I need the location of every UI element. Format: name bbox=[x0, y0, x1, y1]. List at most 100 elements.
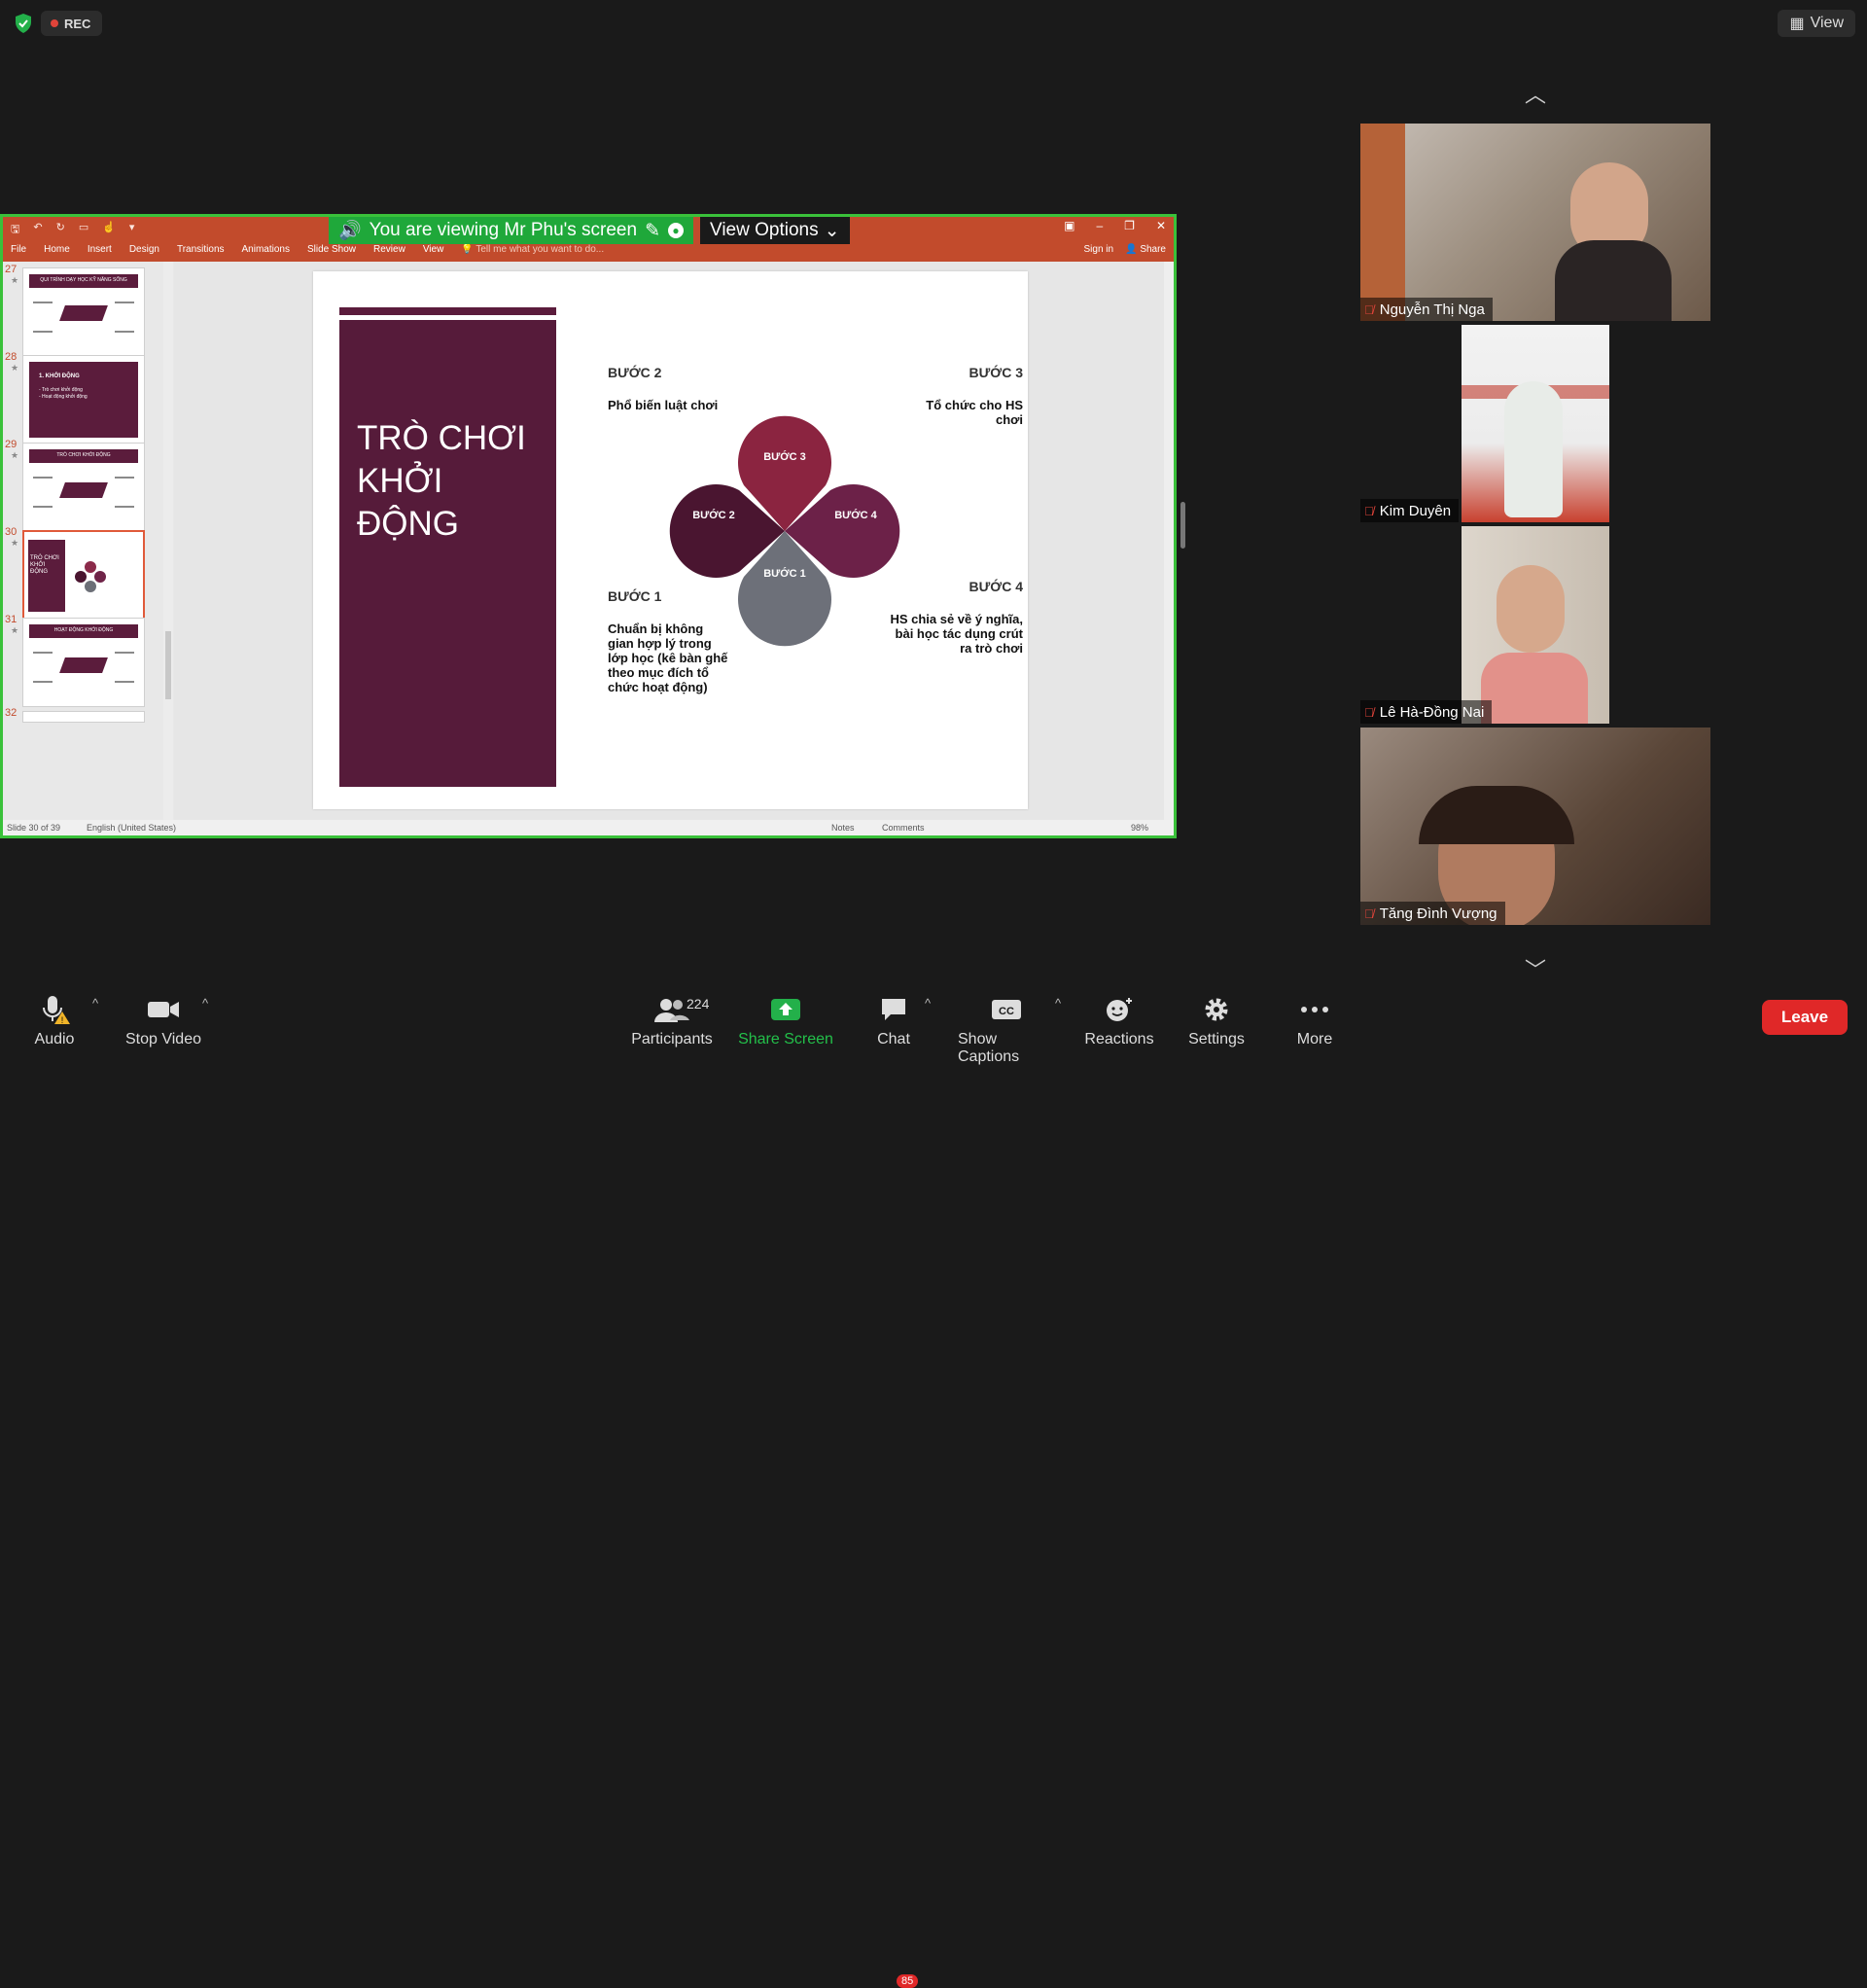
slide-thumbnail-30[interactable]: TRÒ CHƠI KHỞI ĐỘNG bbox=[22, 530, 145, 620]
sign-in-link[interactable]: Sign in bbox=[1084, 244, 1114, 255]
comments-button[interactable]: Comments bbox=[882, 823, 925, 833]
tab-design[interactable]: Design bbox=[129, 244, 159, 255]
video-tile-3[interactable]: 🎙̸ Lê Hà-Đồng Nai bbox=[1360, 526, 1710, 724]
muted-mic-icon: 🎙̸ bbox=[1364, 302, 1374, 317]
step2-heading: BƯỚC 2 bbox=[608, 365, 662, 380]
shared-screen[interactable]: 🖫 ↶ ↻ ▭ ☝ ▾ ▣ – ❐ ✕ File Home Insert Des… bbox=[0, 214, 1177, 838]
thumb-text-line bbox=[115, 506, 134, 508]
step2-description: Phổ biến luật chơi bbox=[608, 398, 719, 412]
thumb-text-line bbox=[33, 477, 53, 479]
tab-insert[interactable]: Insert bbox=[88, 244, 112, 255]
captions-options-caret[interactable]: ^ bbox=[1055, 996, 1061, 1011]
annotate-icon[interactable]: ✎ bbox=[645, 220, 660, 242]
status-dot-icon: ● bbox=[668, 223, 684, 238]
thumb-text-line bbox=[115, 302, 134, 303]
save-icon[interactable]: 🖫 bbox=[11, 221, 19, 239]
star-icon: ★ bbox=[11, 450, 19, 460]
redo-icon[interactable]: ↻ bbox=[56, 221, 65, 239]
window-controls: ▣ – ❐ ✕ bbox=[1064, 219, 1166, 232]
close-icon[interactable]: ✕ bbox=[1156, 219, 1166, 232]
slide-thumbnail-27[interactable]: QUI TRÌNH DẠY HỌC KỸ NĂNG SỐNG bbox=[22, 267, 145, 357]
minimize-icon[interactable]: – bbox=[1096, 219, 1103, 232]
view-label: View bbox=[1810, 15, 1844, 31]
video-tile-2[interactable]: 🎙̸ Kim Duyên bbox=[1360, 325, 1710, 522]
petal-step2-label: BƯỚC 2 bbox=[692, 509, 735, 521]
share-screen-button[interactable]: Share Screen bbox=[737, 992, 834, 1048]
slide-thumbnail-28[interactable]: 1. KHỞI ĐỘNG - Trò chơi khởi động - Hoạt… bbox=[22, 355, 145, 444]
show-captions-button[interactable]: CC Show Captions bbox=[958, 992, 1055, 1066]
chat-label: Chat bbox=[877, 1031, 910, 1047]
recording-indicator[interactable]: REC bbox=[41, 11, 103, 36]
panel-splitter[interactable] bbox=[1180, 502, 1185, 549]
share-button[interactable]: 👤 Share bbox=[1125, 244, 1166, 255]
participant-name-tag: 🎙̸ Lê Hà-Đồng Nai bbox=[1360, 700, 1493, 724]
slide-thumbnail-32[interactable] bbox=[22, 711, 145, 723]
record-dot-icon bbox=[51, 19, 58, 27]
restore-icon[interactable]: ❐ bbox=[1124, 219, 1135, 232]
tab-file[interactable]: File bbox=[11, 244, 26, 255]
leave-button[interactable]: Leave bbox=[1762, 1000, 1848, 1035]
tab-review[interactable]: Review bbox=[373, 244, 405, 255]
tab-view[interactable]: View bbox=[423, 244, 444, 255]
slide-scrollbar[interactable] bbox=[1164, 262, 1174, 820]
more-button[interactable]: More bbox=[1266, 992, 1363, 1048]
muted-mic-icon: 🎙̸ bbox=[1364, 704, 1374, 720]
video-feed bbox=[1497, 565, 1565, 653]
audio-options-caret[interactable]: ^ bbox=[92, 996, 98, 1011]
slide-thumbnail-pane: 27 ★ QUI TRÌNH DẠY HỌC KỸ NĂNG SỐNG 28 ★… bbox=[3, 262, 174, 820]
thumb-text-line bbox=[115, 477, 134, 479]
slide-thumbnail-31[interactable]: HOẠT ĐỘNG KHỞI ĐỘNG bbox=[22, 618, 145, 707]
touch-mode-icon[interactable]: ☝ bbox=[102, 221, 116, 239]
settings-button[interactable]: Settings bbox=[1168, 992, 1265, 1048]
star-icon: ★ bbox=[11, 625, 19, 635]
tab-transitions[interactable]: Transitions bbox=[177, 244, 225, 255]
chat-options-caret[interactable]: ^ bbox=[925, 996, 931, 1011]
scroll-thumb[interactable] bbox=[165, 631, 171, 699]
zoom-level[interactable]: 98% bbox=[1131, 823, 1148, 833]
speaker-icon: 🔊 bbox=[338, 221, 362, 241]
undo-icon[interactable]: ↶ bbox=[33, 221, 42, 239]
participant-name-tag: 🎙̸ Tăng Đình Vượng bbox=[1360, 902, 1505, 925]
thumbnail-scrollbar[interactable] bbox=[163, 262, 173, 820]
chevron-up-icon[interactable]: ︿ bbox=[1525, 78, 1546, 109]
video-feed bbox=[1555, 240, 1672, 321]
chevron-down-icon[interactable]: ﹀ bbox=[1525, 953, 1546, 984]
rec-label: REC bbox=[64, 16, 91, 31]
notes-button[interactable]: Notes bbox=[831, 823, 855, 833]
participants-icon bbox=[654, 992, 689, 1027]
video-tile-1[interactable]: 🎙̸ Nguyễn Thị Nga bbox=[1360, 124, 1710, 321]
account-area: Sign in 👤 Share bbox=[1084, 244, 1167, 255]
video-tile-4[interactable]: 🎙̸ Tăng Đình Vượng bbox=[1360, 728, 1710, 925]
view-options-button[interactable]: View Options ⌄ bbox=[700, 217, 850, 244]
thumb-diagram bbox=[59, 482, 108, 498]
thumb-line: - Trò chơi khởi động bbox=[39, 387, 83, 393]
present-icon[interactable]: ▭ bbox=[79, 221, 88, 239]
star-icon: ★ bbox=[11, 275, 19, 285]
tell-me-search[interactable]: 💡 Tell me what you want to do... bbox=[461, 244, 604, 255]
security-shield-icon[interactable] bbox=[12, 12, 35, 35]
slide-thumbnail-29[interactable]: TRÒ CHƠI KHỞI ĐỘNG bbox=[22, 443, 145, 532]
view-button[interactable]: ▦ View bbox=[1778, 10, 1855, 37]
current-slide[interactable]: TRÒ CHƠI KHỞI ĐỘNG BƯỚC 2 Phổ biến luật … bbox=[313, 271, 1028, 809]
ribbon-display-icon[interactable]: ▣ bbox=[1064, 219, 1074, 232]
step1-heading: BƯỚC 1 bbox=[608, 588, 662, 604]
tab-home[interactable]: Home bbox=[44, 244, 70, 255]
tab-animations[interactable]: Animations bbox=[242, 244, 290, 255]
audio-button[interactable]: ! Audio bbox=[6, 992, 103, 1048]
closed-captions-icon: CC bbox=[991, 992, 1022, 1027]
muted-mic-icon: 🎙̸ bbox=[1364, 503, 1374, 518]
star-icon: ★ bbox=[11, 363, 19, 373]
customize-icon[interactable]: ▾ bbox=[129, 221, 135, 239]
video-options-caret[interactable]: ^ bbox=[202, 996, 208, 1011]
view-options-label: View Options bbox=[710, 220, 819, 240]
thumb-title: QUI TRÌNH DẠY HỌC KỸ NĂNG SỐNG bbox=[40, 277, 127, 283]
stop-video-button[interactable]: Stop Video bbox=[115, 992, 212, 1048]
participant-name: Tăng Đình Vượng bbox=[1379, 905, 1497, 922]
thumb-number: 28 bbox=[5, 351, 18, 363]
reactions-button[interactable]: Reactions bbox=[1071, 992, 1168, 1048]
gear-icon bbox=[1203, 992, 1230, 1027]
tab-slide-show[interactable]: Slide Show bbox=[307, 244, 356, 255]
thumb-title-block bbox=[28, 540, 65, 612]
share-label: Share bbox=[1140, 244, 1166, 255]
petal-step3-label: BƯỚC 3 bbox=[763, 450, 806, 463]
